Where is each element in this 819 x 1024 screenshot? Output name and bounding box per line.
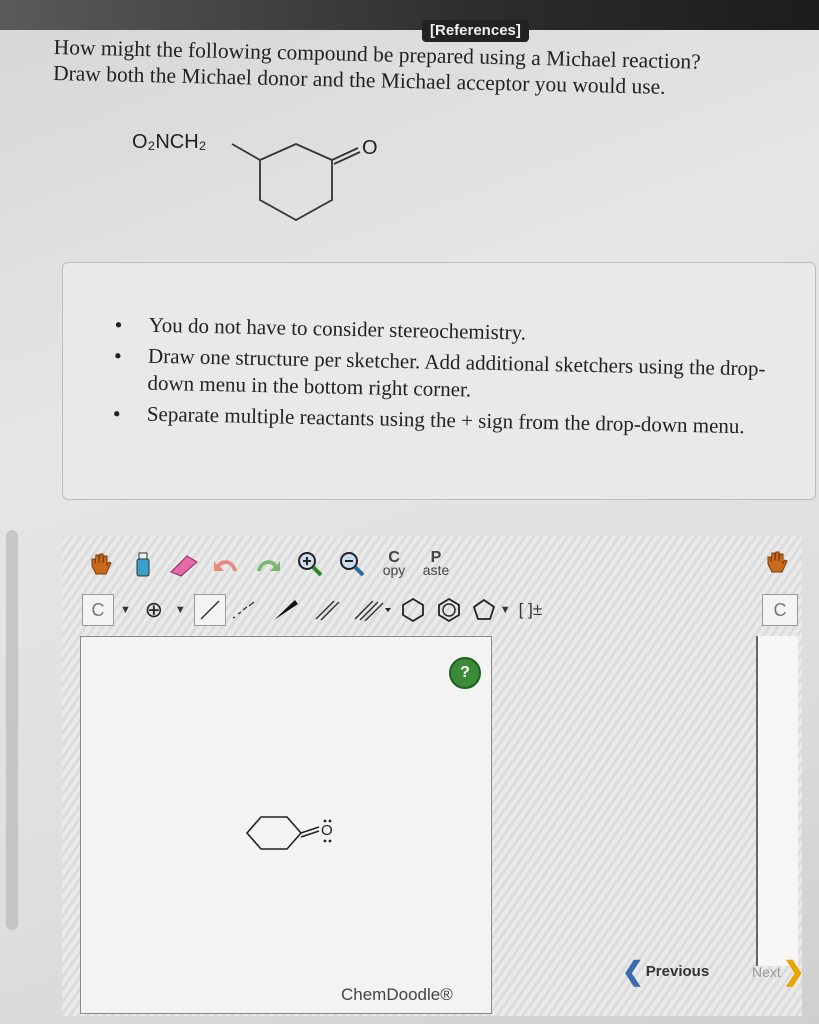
eraser-icon (170, 555, 198, 577)
paste-label-bottom: aste (422, 562, 450, 578)
chevron-down-icon[interactable]: ▼ (175, 604, 186, 616)
undo-icon (214, 560, 237, 571)
wedge-bond-button[interactable] (268, 593, 304, 627)
drawn-cyclohexanone: O (245, 816, 333, 850)
chemdoodle-brand: ChemDoodle® (341, 985, 453, 1004)
drawn-oxygen-label: O (321, 822, 333, 839)
toolbar-top: Copy Paste (82, 544, 460, 584)
pentagon-icon (472, 598, 495, 620)
spray-bottle-icon (136, 552, 150, 577)
chevron-left-icon: ❮ (622, 956, 644, 986)
pentagon-ring-button[interactable] (470, 593, 498, 627)
zoom-out-button[interactable] (334, 547, 370, 581)
hexagon-ring-button[interactable] (398, 593, 428, 627)
drawing-canvas[interactable]: ? O ChemDoodle® (80, 636, 492, 1014)
double-bond-icon (315, 600, 340, 621)
carbonyl-oxygen-label: O (362, 137, 378, 159)
toolbar-bottom: C ▼ ⊕ ▼ ▼ [ ]± (82, 590, 542, 630)
hexagon-icon (401, 597, 424, 623)
eraser-button[interactable] (166, 547, 202, 581)
next-label: Next (752, 963, 781, 980)
question-text: How might the following compound be prep… (53, 34, 804, 103)
zoom-in-button[interactable] (292, 547, 328, 581)
copy-label-bottom: opy (382, 562, 406, 578)
benzene-ring-button[interactable] (434, 593, 464, 627)
next-button[interactable]: Next ❯ (752, 956, 807, 987)
help-button[interactable]: ? (449, 657, 481, 689)
zoom-out-icon (340, 552, 365, 577)
undo-button[interactable] (208, 547, 244, 581)
redo-icon (257, 560, 280, 571)
top-bar (0, 0, 819, 30)
charge-bracket-button[interactable]: [ ]± (519, 601, 543, 618)
charge-plus-icon[interactable]: ⊕ (139, 595, 169, 625)
clear-button[interactable] (124, 547, 160, 581)
second-sketcher-atom-label[interactable]: C (762, 594, 798, 626)
hand-icon (91, 553, 112, 575)
redo-button[interactable] (250, 547, 286, 581)
double-bond-button[interactable] (310, 593, 346, 627)
hand-icon (767, 551, 788, 573)
references-button[interactable]: [References] (422, 20, 529, 42)
benzene-icon (437, 597, 460, 623)
chemdoodle-sketcher: Copy Paste C ▼ ⊕ ▼ ▼ []± ? O ChemDoodle… (62, 536, 805, 1016)
copy-button[interactable]: Copy (376, 547, 412, 581)
atom-label-button[interactable]: C (82, 594, 114, 626)
triple-bond-icon (354, 600, 391, 622)
previous-label: Previous (645, 963, 710, 980)
target-molecule: O₂NCH₂ O (132, 131, 378, 222)
hand-tool-button[interactable] (82, 547, 118, 581)
instruction-item: Draw one structure per sketcher. Add add… (113, 342, 774, 410)
hashed-bond-icon (232, 601, 255, 619)
single-bond-button[interactable] (193, 594, 226, 626)
second-sketcher-hand-button[interactable] (762, 548, 792, 581)
second-sketcher-canvas[interactable] (756, 636, 798, 966)
wedge-bond-icon (273, 600, 298, 620)
chevron-right-icon: ❯ (782, 956, 805, 986)
triple-bond-button[interactable] (352, 593, 392, 627)
nitromethyl-label: O₂NCH₂ (132, 131, 206, 153)
single-bond-icon (200, 600, 220, 620)
chevron-down-icon[interactable]: ▼ (500, 604, 511, 616)
page-scrollbar[interactable] (6, 530, 18, 930)
instructions-box: You do not have to consider stereochemis… (62, 262, 816, 500)
chevron-down-icon[interactable]: ▼ (120, 604, 131, 616)
previous-button[interactable]: ❮ Previous (622, 956, 709, 987)
hashed-bond-button[interactable] (226, 593, 262, 627)
paste-button[interactable]: Paste (418, 547, 454, 581)
zoom-in-icon (298, 552, 323, 577)
